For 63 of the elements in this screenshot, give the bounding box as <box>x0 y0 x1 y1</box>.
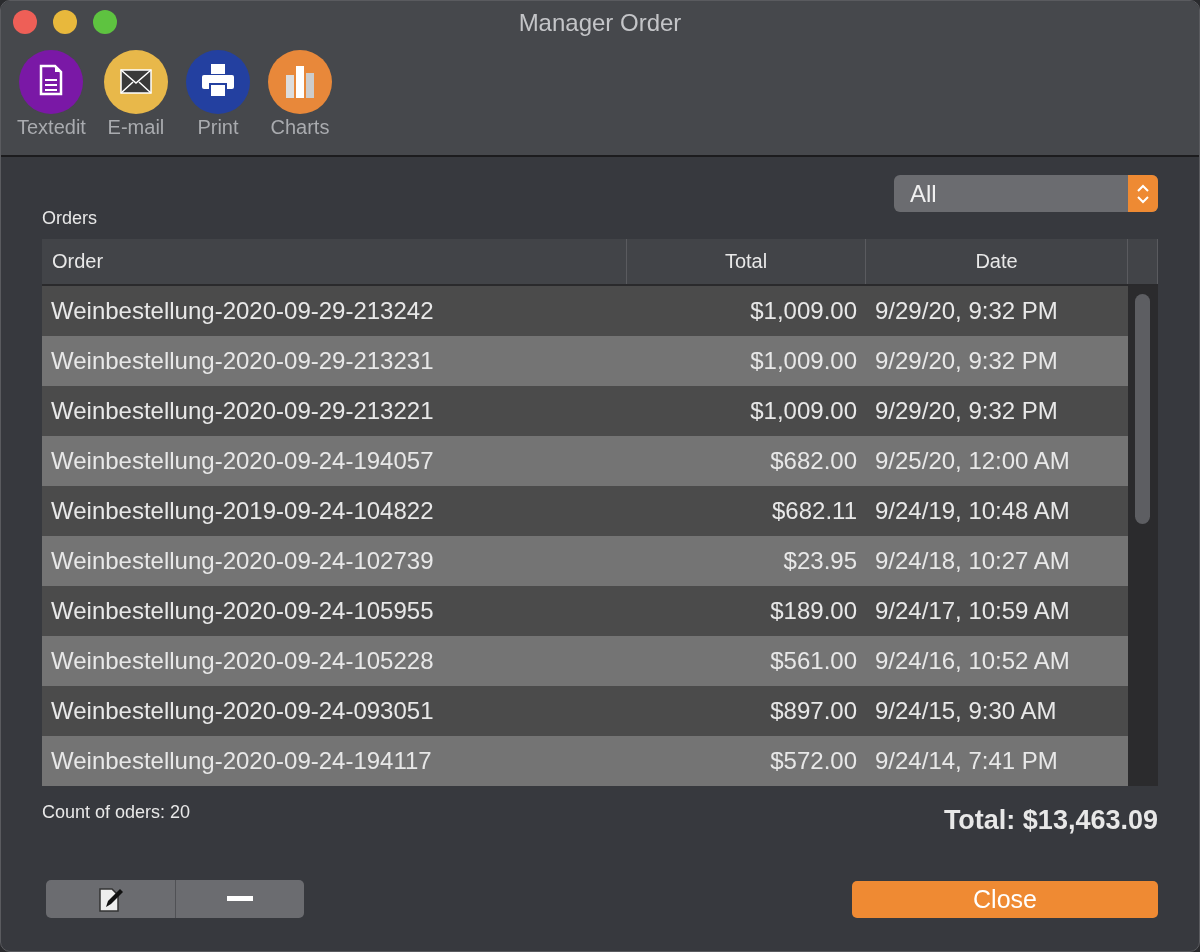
table-cell: $1,009.00 <box>750 347 857 374</box>
printer-icon <box>185 50 250 114</box>
toolbar-button[interactable]: Print <box>185 50 250 139</box>
table-cell: $682.00 <box>770 447 857 474</box>
table-cell: $189.00 <box>770 597 857 624</box>
table-cell: 9/24/14, 7:41 PM <box>875 747 1058 774</box>
envelope-icon <box>103 50 168 114</box>
column-header[interactable]: Total <box>627 239 866 284</box>
table-cell: Weinbestellung-2020-09-29-213221 <box>51 397 434 424</box>
table-row[interactable]: Weinbestellung-2020-09-24-093051 $897.00 9/24/15, 9:30 AM <box>42 686 1128 736</box>
column-header[interactable]: Order <box>42 239 627 284</box>
filter-dropdown[interactable]: All <box>894 175 1158 212</box>
toolbar-button[interactable]: Charts <box>267 50 332 139</box>
table-cell: 9/29/20, 9:32 PM <box>875 347 1058 374</box>
table-row[interactable]: Weinbestellung-2020-09-29-213242 $1,009.00 9/29/20, 9:32 PM <box>42 286 1128 336</box>
table-cell: $561.00 <box>770 647 857 674</box>
table-cell: 9/29/20, 9:32 PM <box>875 397 1058 424</box>
scrollbar-thumb[interactable] <box>1135 294 1150 524</box>
table-cell: Weinbestellung-2020-09-24-105955 <box>51 597 434 624</box>
table-cell: 9/24/18, 10:27 AM <box>875 547 1070 574</box>
zoom-window-icon[interactable] <box>93 10 117 34</box>
table-cell: 9/24/15, 9:30 AM <box>875 697 1057 724</box>
table-row[interactable]: Weinbestellung-2020-09-24-194057 $682.00 9/25/20, 12:00 AM <box>42 436 1128 486</box>
minimize-window-icon[interactable] <box>53 10 77 34</box>
table-cell: 9/25/20, 12:00 AM <box>875 447 1070 474</box>
table-row[interactable]: Weinbestellung-2020-09-24-105228 $561.00 9/24/16, 10:52 AM <box>42 636 1128 686</box>
table-cell: $682.11 <box>772 497 857 524</box>
toolbar-button[interactable]: E-mail <box>103 50 168 139</box>
column-header[interactable]: Date <box>866 239 1128 284</box>
table-row[interactable]: Weinbestellung-2020-09-29-213231 $1,009.00 9/29/20, 9:32 PM <box>42 336 1128 386</box>
table-cell: $1,009.00 <box>750 397 857 424</box>
table-cell: Weinbestellung-2019-09-24-104822 <box>51 497 434 524</box>
toolbar-button[interactable]: Textedit <box>17 50 86 139</box>
document-icon <box>19 50 84 114</box>
window-title: Manager Order <box>518 9 682 37</box>
table-cell: $572.00 <box>770 747 857 774</box>
close-window-icon[interactable] <box>13 10 37 34</box>
table-row[interactable]: Weinbestellung-2019-09-24-104822 $682.11 9/24/19, 10:48 AM <box>42 486 1128 536</box>
close-button[interactable]: Close <box>852 880 1158 918</box>
table-row[interactable]: Weinbestellung-2020-09-24-105955 $189.00 9/24/17, 10:59 AM <box>42 586 1128 636</box>
table-row[interactable]: Weinbestellung-2020-09-24-102739 $23.95 9/24/18, 10:27 AM <box>42 536 1128 586</box>
table-cell: Weinbestellung-2020-09-24-194057 <box>51 447 434 474</box>
minus-icon <box>226 896 253 902</box>
section-label: Orders <box>42 208 98 229</box>
table-cell: Weinbestellung-2020-09-24-093051 <box>51 697 434 724</box>
table-cell: Weinbestellung-2020-09-24-194117 <box>51 747 432 774</box>
orders-total: Total: $13,463.09 <box>943 805 1158 836</box>
table-cell: Weinbestellung-2020-09-24-102739 <box>51 547 434 574</box>
table-cell: 9/29/20, 9:32 PM <box>875 297 1058 324</box>
table-cell: 9/24/19, 10:48 AM <box>875 497 1070 524</box>
table-cell: $23.95 <box>783 547 857 574</box>
table-cell: Weinbestellung-2020-09-29-213231 <box>51 347 434 374</box>
order-count: Count of oders: 20 <box>42 802 191 823</box>
table-row[interactable]: Weinbestellung-2020-09-29-213221 $1,009.00 9/29/20, 9:32 PM <box>42 386 1128 436</box>
table-cell: 9/24/16, 10:52 AM <box>875 647 1070 674</box>
table-cell: $1,009.00 <box>750 297 857 324</box>
table-cell: Weinbestellung-2020-09-29-213242 <box>51 297 434 324</box>
bar-chart-icon <box>267 50 332 114</box>
filter-value: All <box>909 179 938 208</box>
table-cell: 9/24/17, 10:59 AM <box>875 597 1070 624</box>
table-row[interactable]: Weinbestellung-2020-09-24-194117 $572.00 9/24/14, 7:41 PM <box>42 736 1128 786</box>
table-cell: Weinbestellung-2020-09-24-105228 <box>51 647 434 674</box>
table-cell: $897.00 <box>770 697 857 724</box>
